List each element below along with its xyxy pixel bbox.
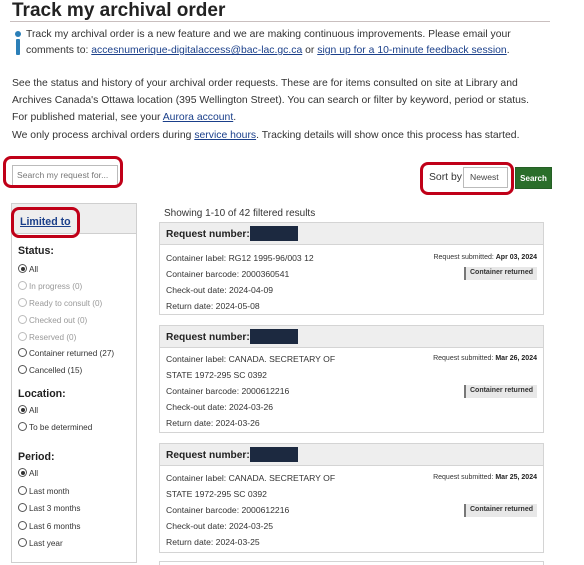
radio-icon[interactable] — [18, 503, 27, 512]
status-badge: Container returned — [463, 504, 537, 517]
request-number-label: Request number: — [166, 450, 250, 461]
hours-paragraph: We only process archival orders during s… — [12, 130, 520, 141]
status-option-ready-to-consult: Ready to consult (0) — [18, 298, 102, 308]
radio-icon[interactable] — [18, 538, 27, 547]
info-icon — [15, 31, 21, 55]
request-card-header: Request number: — [160, 444, 543, 466]
status-option-container-returned[interactable]: Container returned (27) — [18, 348, 114, 358]
return-date: Return date: 2024-03-25 — [166, 537, 260, 547]
period-option-last-year[interactable]: Last year — [18, 538, 63, 548]
search-highlight-box — [3, 156, 123, 188]
request-card[interactable]: Request number: Container label: CANADA.… — [159, 443, 544, 553]
radio-icon[interactable] — [18, 365, 27, 374]
checkout-date: Check-out date: 2024-03-26 — [166, 402, 274, 412]
location-option-all[interactable]: All — [18, 405, 38, 415]
request-card-partial — [159, 561, 544, 565]
radio-icon[interactable] — [18, 405, 27, 414]
request-submitted: Request submitted: Apr 03, 2024 — [433, 254, 537, 261]
container-barcode: Container barcode: 2000612216 — [166, 505, 290, 515]
page-title: Track my archival order — [12, 0, 226, 21]
period-option-last-6-months[interactable]: Last 6 months — [18, 521, 80, 531]
radio-icon — [18, 315, 27, 324]
title-divider — [10, 21, 550, 22]
results-summary: Showing 1-10 of 42 filtered results — [164, 208, 316, 219]
feedback-session-link[interactable]: sign up for a 10-minute feedback session — [317, 45, 506, 56]
return-date: Return date: 2024-05-08 — [166, 301, 260, 311]
container-label: Container label: CANADA. SECRETARY OF — [166, 354, 336, 364]
container-label: Container label: RG12 1995-96/003 12 — [166, 253, 314, 263]
radio-icon[interactable] — [18, 422, 27, 431]
status-option-cancelled[interactable]: Cancelled (15) — [18, 365, 82, 375]
period-option-last-3-months[interactable]: Last 3 months — [18, 503, 80, 513]
request-card-header: Request number: — [160, 223, 543, 245]
request-card[interactable]: Request number: Container label: CANADA.… — [159, 325, 544, 433]
radio-icon[interactable] — [18, 348, 27, 357]
status-badge: Container returned — [463, 385, 537, 398]
container-label: Container label: CANADA. SECRETARY OF — [166, 473, 336, 483]
redacted-request-number — [250, 447, 298, 462]
return-date: Return date: 2024-03-26 — [166, 418, 260, 428]
status-option-checked-out: Checked out (0) — [18, 315, 87, 325]
period-option-all[interactable]: All — [18, 468, 38, 478]
checkout-date: Check-out date: 2024-03-25 — [166, 521, 274, 531]
sort-highlight-box — [420, 162, 514, 195]
radio-icon[interactable] — [18, 264, 27, 273]
request-card-header: Request number: — [160, 326, 543, 348]
request-submitted: Request submitted: Mar 26, 2024 — [433, 355, 537, 362]
checkout-date: Check-out date: 2024-04-09 — [166, 285, 274, 295]
status-option-reserved: Reserved (0) — [18, 332, 76, 342]
search-button[interactable]: Search — [515, 167, 552, 189]
request-number-label: Request number: — [166, 229, 250, 240]
filter-panel: Limited to Status: All In progress (0) R… — [11, 203, 137, 563]
status-badge: Container returned — [463, 267, 537, 280]
status-option-all[interactable]: All — [18, 264, 38, 274]
radio-icon — [18, 298, 27, 307]
status-filter-label: Status: — [18, 245, 54, 257]
radio-icon[interactable] — [18, 521, 27, 530]
radio-icon — [18, 281, 27, 290]
service-hours-link[interactable]: service hours — [194, 130, 256, 141]
request-number-label: Request number: — [166, 332, 250, 343]
aurora-account-link[interactable]: Aurora account — [163, 112, 233, 123]
container-label-continued: STATE 1972-295 SC 0392 — [166, 489, 267, 499]
container-label-continued: STATE 1972-295 SC 0392 — [166, 370, 267, 380]
radio-icon[interactable] — [18, 486, 27, 495]
location-filter-label: Location: — [18, 388, 66, 400]
feedback-email-link[interactable]: accesnumerique-digitalaccess@bac-lac.gc.… — [91, 45, 302, 56]
intro-paragraph: See the status and history of your archi… — [12, 78, 529, 123]
radio-icon — [18, 332, 27, 341]
redacted-request-number — [250, 329, 298, 344]
container-barcode: Container barcode: 2000360541 — [166, 269, 290, 279]
limited-to-highlight-box — [11, 207, 80, 238]
location-option-to-be-determined[interactable]: To be determined — [18, 422, 92, 432]
request-card[interactable]: Request number: Container label: RG12 19… — [159, 222, 544, 315]
container-barcode: Container barcode: 2000612216 — [166, 386, 290, 396]
radio-icon[interactable] — [18, 468, 27, 477]
period-filter-label: Period: — [18, 451, 55, 463]
request-submitted: Request submitted: Mar 25, 2024 — [433, 474, 537, 481]
notice-text: Track my archival order is a new feature… — [26, 29, 511, 56]
status-option-in-progress: In progress (0) — [18, 281, 82, 291]
redacted-request-number — [250, 226, 298, 241]
period-option-last-month[interactable]: Last month — [18, 486, 70, 496]
